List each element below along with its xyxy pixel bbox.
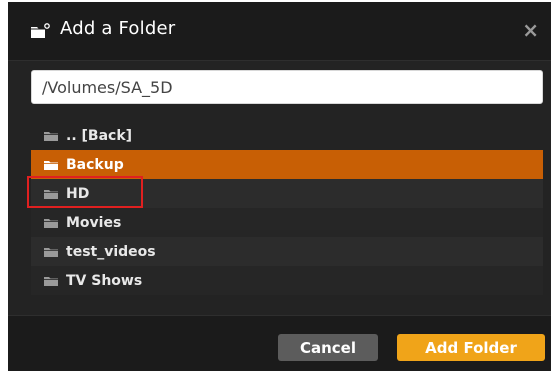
folder-icon <box>44 189 58 199</box>
folder-icon <box>44 247 58 257</box>
folder-item-label: test_videos <box>66 243 156 260</box>
dialog-title: Add a Folder <box>60 18 176 39</box>
folder-path-input[interactable] <box>31 70 543 104</box>
folder-icon <box>44 218 58 228</box>
folder-item-movies[interactable]: Movies <box>31 208 543 237</box>
folder-item-back[interactable]: .. [Back] <box>31 121 543 150</box>
folder-item-label: HD <box>66 185 90 202</box>
folder-list: .. [Back] Backup HD Movies test_videos T… <box>31 121 543 295</box>
dialog-footer: Cancel Add Folder <box>8 315 551 371</box>
cancel-button[interactable]: Cancel <box>278 334 378 361</box>
dialog-header: Add a Folder × <box>8 2 551 61</box>
folder-icon <box>44 131 58 141</box>
folder-item-label: TV Shows <box>66 272 143 289</box>
add-folder-dialog: Add a Folder × .. [Back] Backup HD Movie… <box>8 2 551 371</box>
folder-item-test-videos[interactable]: test_videos <box>31 237 543 266</box>
close-icon[interactable]: × <box>522 20 539 40</box>
folder-plus-icon <box>31 23 50 38</box>
folder-icon <box>44 276 58 286</box>
add-folder-button[interactable]: Add Folder <box>397 334 545 361</box>
dialog-body: .. [Back] Backup HD Movies test_videos T… <box>8 61 551 315</box>
folder-open-icon <box>44 160 58 170</box>
folder-item-tv-shows[interactable]: TV Shows <box>31 266 543 295</box>
folder-item-hd[interactable]: HD <box>31 179 543 208</box>
folder-item-label: Movies <box>66 214 122 231</box>
folder-item-backup[interactable]: Backup <box>31 150 543 179</box>
folder-item-label: Backup <box>66 156 124 173</box>
folder-item-label: .. [Back] <box>66 127 133 144</box>
